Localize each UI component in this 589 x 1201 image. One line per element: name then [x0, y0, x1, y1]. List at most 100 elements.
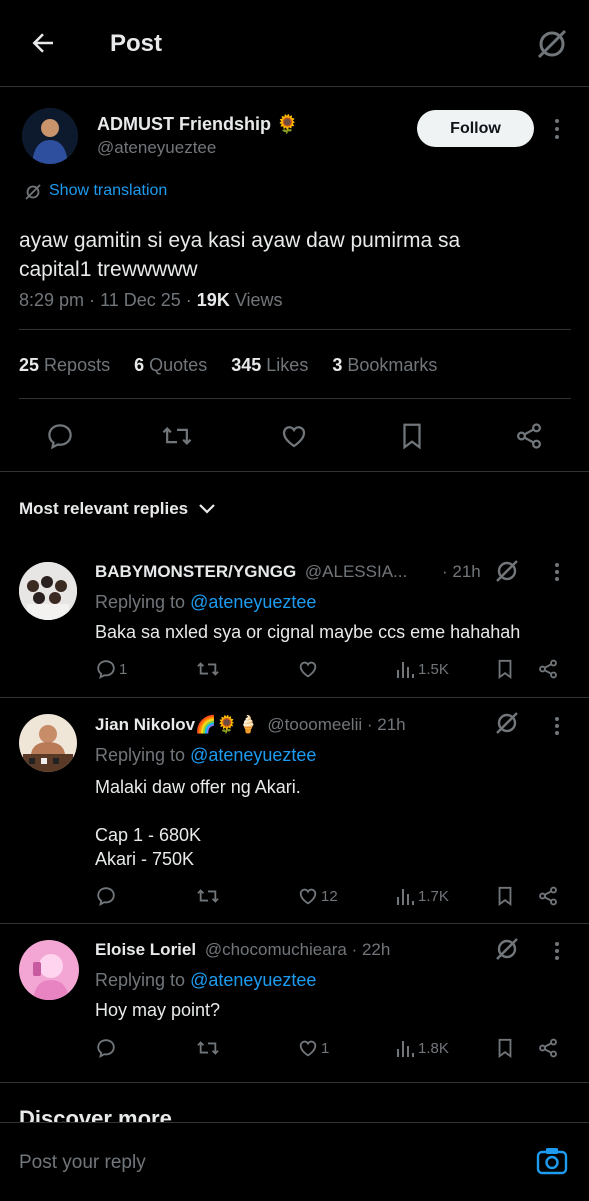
post-meta-row: 8:29 pm · 11 Dec 25 · 19K Views [19, 290, 283, 310]
divider [19, 329, 571, 330]
grok-icon[interactable] [494, 558, 520, 584]
author-handle[interactable]: @ateneyueztee [97, 138, 216, 158]
reply-views-button[interactable]: 1.8K [395, 1037, 449, 1059]
reply-actions: 1 1.8K [95, 1037, 565, 1063]
reply-actions: 12 1.7K [95, 885, 565, 911]
like-icon [299, 888, 317, 905]
reply-header: Jian Nikolov🌈🌻🍦 @tooomeelii · 21h [95, 715, 406, 735]
reply-icon[interactable] [45, 421, 75, 451]
repost-icon[interactable] [161, 421, 193, 451]
reply-author-name[interactable]: BABYMONSTER/YGNGG [95, 562, 296, 581]
top-bar [0, 0, 589, 87]
replying-to-handle[interactable]: @ateneyueztee [190, 970, 316, 990]
reply-text: Hoy may point? [95, 1000, 221, 1020]
replies-sort-label: Most relevant replies [19, 499, 189, 518]
author-name[interactable]: ADMUST Friendship [97, 114, 271, 134]
replying-to-handle[interactable]: @ateneyueztee [190, 592, 316, 612]
reply-header: BABYMONSTER/YGNGG @ALESSIA... [95, 562, 407, 582]
reply-views-button[interactable]: 1.7K [395, 885, 449, 907]
reply-text-line: Akari - 750K [95, 849, 195, 869]
bookmarks-stat[interactable]: 3 Bookmarks [332, 355, 437, 375]
reply-text-line: Cap 1 - 680K [95, 825, 202, 845]
author-emoji: 🌻 [276, 114, 299, 134]
reply-text-line: Malaki daw offer ng Akari. [95, 777, 301, 797]
reply-icon [97, 1039, 115, 1058]
views-icon [397, 1041, 414, 1057]
views-icon [397, 889, 414, 905]
reply-input[interactable]: Post your reply [19, 1152, 146, 1174]
reply-share-button[interactable] [537, 658, 559, 684]
share-icon [539, 659, 557, 679]
bookmark-icon [498, 886, 512, 906]
post-time: 8:29 pm [19, 290, 85, 310]
reply-avatar[interactable] [19, 562, 77, 620]
reply-repost-button[interactable] [195, 658, 221, 684]
reply-author-handle[interactable]: @ALESSIA... [305, 562, 407, 581]
page-title: Post [110, 30, 163, 57]
reply-text: Malaki daw offer ng Akari. Cap 1 - 680K … [95, 775, 301, 871]
reply-icon [97, 660, 115, 679]
reply-author-handle[interactable]: @chocomuchieara [205, 940, 347, 959]
reply-like-button[interactable]: 1 [297, 1037, 329, 1059]
repost-icon [197, 889, 219, 903]
reply-author-handle[interactable]: @tooomeelii [267, 715, 362, 734]
camera-icon[interactable] [536, 1146, 568, 1176]
reply-bookmark-button[interactable] [495, 885, 515, 911]
author-avatar[interactable] [22, 108, 78, 164]
reply-avatar[interactable] [19, 940, 79, 1000]
reply-text: Baka sa nxled sya or cignal maybe ccs em… [95, 622, 521, 642]
show-translation-link[interactable]: Show translation [49, 182, 167, 200]
reply-reply-button[interactable]: 1 [95, 658, 127, 680]
bookmark-icon [498, 1038, 512, 1058]
reply-time[interactable]: · 22h [352, 940, 391, 959]
more-options-icon[interactable] [549, 118, 565, 140]
reply-author-name[interactable]: Eloise Loriel [95, 940, 196, 959]
reply-reply-button[interactable] [95, 885, 119, 907]
reply-time[interactable]: · 21h [442, 562, 481, 582]
reply-share-button[interactable] [537, 885, 559, 911]
share-icon[interactable] [514, 421, 544, 451]
reply-repost-button[interactable] [195, 1037, 221, 1063]
reply-author-name[interactable]: Jian Nikolov🌈🌻🍦 [95, 715, 259, 734]
back-arrow-icon[interactable] [28, 28, 58, 58]
reply-avatar[interactable] [19, 714, 77, 772]
views-count[interactable]: 19K [197, 290, 230, 310]
reply-bookmark-button[interactable] [495, 1037, 515, 1063]
bookmark-icon[interactable] [398, 421, 426, 451]
grok-icon[interactable] [534, 26, 570, 62]
reply-like-button[interactable]: 12 [297, 885, 338, 907]
author-name-row[interactable]: ADMUST Friendship 🌻 [97, 114, 298, 135]
grok-icon[interactable] [494, 936, 520, 962]
post-date: 11 Dec 25 [100, 290, 181, 310]
likes-stat[interactable]: 345 Likes [231, 355, 308, 375]
reply-reply-button[interactable] [95, 1037, 119, 1059]
reply-bookmark-button[interactable] [495, 658, 515, 684]
bookmark-icon [498, 659, 512, 679]
repost-icon [197, 1041, 219, 1055]
reply-share-button[interactable] [537, 1037, 559, 1063]
reply-like-button[interactable] [297, 658, 321, 680]
repost-icon [197, 662, 219, 676]
reply-repost-button[interactable] [195, 885, 221, 911]
reply-actions: 1 1.5K [95, 658, 565, 684]
divider [0, 471, 589, 472]
replies-sort-dropdown[interactable]: Most relevant replies [19, 499, 216, 519]
translate-icon[interactable] [24, 183, 42, 201]
replying-to-line: Replying to @ateneyueztee [95, 592, 317, 612]
follow-button[interactable]: Follow [417, 110, 534, 147]
share-icon [539, 886, 557, 906]
reply-time[interactable]: · 21h [367, 715, 406, 734]
more-options-icon[interactable] [551, 562, 563, 582]
views-icon [397, 662, 414, 678]
post-text: ayaw gamitin si eya kasi ayaw daw pumirm… [19, 226, 574, 284]
more-options-icon[interactable] [551, 716, 563, 736]
more-options-icon[interactable] [551, 941, 563, 961]
reply-views-button[interactable]: 1.5K [395, 658, 449, 680]
views-label: Views [234, 290, 283, 310]
like-icon[interactable] [279, 421, 309, 451]
reposts-stat[interactable]: 25 Reposts [19, 355, 110, 375]
grok-icon[interactable] [494, 710, 520, 736]
divider [19, 398, 571, 399]
quotes-stat[interactable]: 6 Quotes [134, 355, 207, 375]
replying-to-handle[interactable]: @ateneyueztee [190, 745, 316, 765]
